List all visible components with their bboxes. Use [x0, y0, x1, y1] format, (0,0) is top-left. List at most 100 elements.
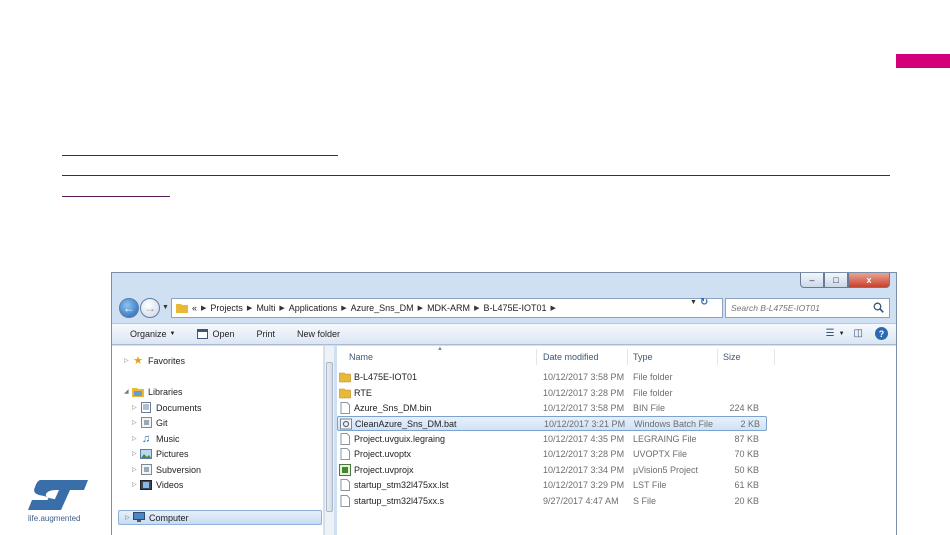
print-button[interactable]: Print [257, 329, 276, 339]
new-folder-button[interactable]: New folder [297, 329, 340, 339]
computer-icon [133, 512, 145, 523]
refresh-button[interactable]: ↻ [700, 297, 708, 308]
nav-item-label: Music [156, 433, 180, 444]
maximize-button[interactable]: □ [824, 273, 848, 288]
file-name: startup_stm32l475xx.lst [354, 480, 449, 490]
file-type: µVision5 Project [633, 465, 699, 475]
nav-item-label: Videos [156, 479, 184, 490]
address-dropdown-button[interactable]: ▼ [690, 299, 697, 306]
file-date: 9/27/2017 4:47 AM [543, 496, 619, 506]
nav-item-subversion[interactable]: ▷ Subversion [132, 464, 201, 475]
file-row-selected[interactable]: CleanAzure_Sns_DM.bat 10/12/2017 3:21 PM… [337, 416, 767, 431]
breadcrumb-lead: « [192, 303, 198, 313]
file-date: 10/12/2017 3:28 PM [543, 449, 625, 459]
expand-arrow-icon[interactable]: ▷ [132, 435, 140, 442]
column-divider[interactable] [774, 349, 775, 365]
title-underline-long [62, 175, 890, 176]
expand-arrow-icon[interactable]: ▷ [132, 419, 140, 426]
minimize-button[interactable]: – [800, 273, 824, 288]
file-row[interactable]: Project.uvprojx 10/12/2017 3:34 PM µVisi… [337, 463, 767, 478]
file-icon [340, 448, 350, 460]
column-header-type[interactable]: Type [633, 352, 653, 362]
expand-arrow-icon[interactable]: ▷ [132, 450, 140, 457]
collapse-arrow-icon[interactable]: ◢ [124, 388, 132, 395]
help-icon[interactable]: ? [875, 327, 888, 340]
file-row[interactable]: startup_stm32l475xx.lst 10/12/2017 3:29 … [337, 478, 767, 493]
file-type: LST File [633, 480, 667, 490]
star-icon: ★ [133, 355, 143, 367]
videos-icon [140, 479, 152, 490]
preview-pane-icon[interactable]: ◫ [854, 328, 863, 339]
breadcrumb-item[interactable]: Azure_Sns_DM [351, 303, 414, 313]
expand-arrow-icon[interactable]: ▷ [124, 357, 132, 364]
breadcrumb-item[interactable]: B-L475E-IOT01 [483, 303, 546, 313]
close-button[interactable]: x [848, 273, 890, 288]
organize-button[interactable]: Organize ▼ [130, 329, 175, 339]
search-icon[interactable] [873, 302, 884, 313]
file-type: File folder [633, 388, 673, 398]
back-button[interactable]: ← [119, 298, 139, 318]
column-divider[interactable] [717, 349, 718, 365]
file-date: 10/12/2017 4:35 PM [543, 434, 625, 444]
view-options-icon[interactable]: ☰ [826, 328, 835, 339]
expand-arrow-icon[interactable]: ▷ [132, 404, 140, 411]
forward-button[interactable]: → [140, 298, 160, 318]
open-button[interactable]: Open [197, 329, 235, 339]
file-size: 70 KB [734, 449, 759, 459]
recent-pages-dropdown[interactable]: ▼ [162, 304, 169, 311]
explorer-window: – □ x ← → ▼ « ▶ Projects ▶ Multi ▶ Appli… [111, 272, 897, 535]
nav-item-git[interactable]: ▷ Git [132, 417, 168, 428]
expand-arrow-icon[interactable]: ▷ [125, 514, 133, 521]
chevron-down-icon: ▼ [169, 331, 176, 337]
file-row[interactable]: Azure_Sns_DM.bin 10/12/2017 3:58 PM BIN … [337, 401, 767, 416]
file-row[interactable]: B-L475E-IOT01 10/12/2017 3:58 PM File fo… [337, 370, 767, 385]
expand-arrow-icon[interactable]: ▷ [132, 466, 140, 473]
address-bar[interactable]: « ▶ Projects ▶ Multi ▶ Applications ▶ Az… [171, 298, 723, 318]
nav-item-documents[interactable]: ▷ Documents [132, 402, 202, 413]
navigation-scrollbar[interactable] [324, 346, 334, 535]
search-box [725, 298, 890, 318]
file-date: 10/12/2017 3:58 PM [543, 403, 625, 413]
file-name: B-L475E-IOT01 [354, 372, 418, 382]
nav-item-computer[interactable]: ▷ Computer [118, 510, 322, 525]
file-row[interactable]: RTE 10/12/2017 3:28 PM File folder [337, 386, 767, 401]
column-divider[interactable] [627, 349, 628, 365]
column-header-date[interactable]: Date modified [543, 352, 599, 362]
nav-item-pictures[interactable]: ▷ Pictures [132, 448, 189, 459]
breadcrumb-item[interactable]: Applications [289, 303, 338, 313]
file-size: 61 KB [734, 480, 759, 490]
file-name: Project.uvoptx [354, 449, 412, 459]
music-icon: ♫ [141, 432, 151, 445]
chevron-right-icon: ▶ [550, 305, 556, 312]
window-caption-buttons: – □ x [800, 273, 890, 288]
search-input[interactable] [731, 303, 871, 313]
nav-item-music[interactable]: ▷ ♫ Music [132, 432, 180, 445]
nav-item-videos[interactable]: ▷ Videos [132, 479, 183, 490]
breadcrumb-item[interactable]: Multi [256, 303, 275, 313]
nav-item-label: Libraries [148, 386, 183, 397]
file-row[interactable]: Project.uvoptx 10/12/2017 3:28 PM UVOPTX… [337, 447, 767, 462]
open-window-icon [197, 329, 209, 339]
file-row[interactable]: startup_stm32l475xx.s 9/27/2017 4:47 AM … [337, 494, 767, 509]
column-header-name[interactable]: Name [349, 352, 373, 362]
st-logo-icon [28, 480, 88, 510]
file-list: ▲ Name Date modified Type Size B-L475E-I… [337, 346, 896, 535]
file-name: CleanAzure_Sns_DM.bat [355, 419, 457, 429]
file-size: 224 KB [729, 403, 759, 413]
breadcrumb-item[interactable]: MDK-ARM [427, 303, 470, 313]
nav-item-libraries[interactable]: ◢ Libraries [124, 386, 183, 397]
subversion-library-icon [140, 464, 152, 475]
column-divider[interactable] [536, 349, 537, 365]
breadcrumb-item[interactable]: Projects [210, 303, 243, 313]
nav-item-label: Pictures [156, 448, 189, 459]
file-icon [340, 479, 350, 491]
expand-arrow-icon[interactable]: ▷ [132, 481, 140, 488]
nav-item-favorites[interactable]: ▷ ★ Favorites [124, 355, 185, 367]
chevron-right-icon: ▶ [417, 305, 424, 312]
nav-item-label: Git [156, 417, 168, 428]
column-header-size[interactable]: Size [723, 352, 741, 362]
chevron-down-icon[interactable]: ▼ [839, 331, 845, 337]
scrollbar-thumb[interactable] [326, 362, 333, 512]
chevron-right-icon: ▶ [474, 305, 480, 312]
file-row[interactable]: Project.uvguix.legraing 10/12/2017 4:35 … [337, 432, 767, 447]
